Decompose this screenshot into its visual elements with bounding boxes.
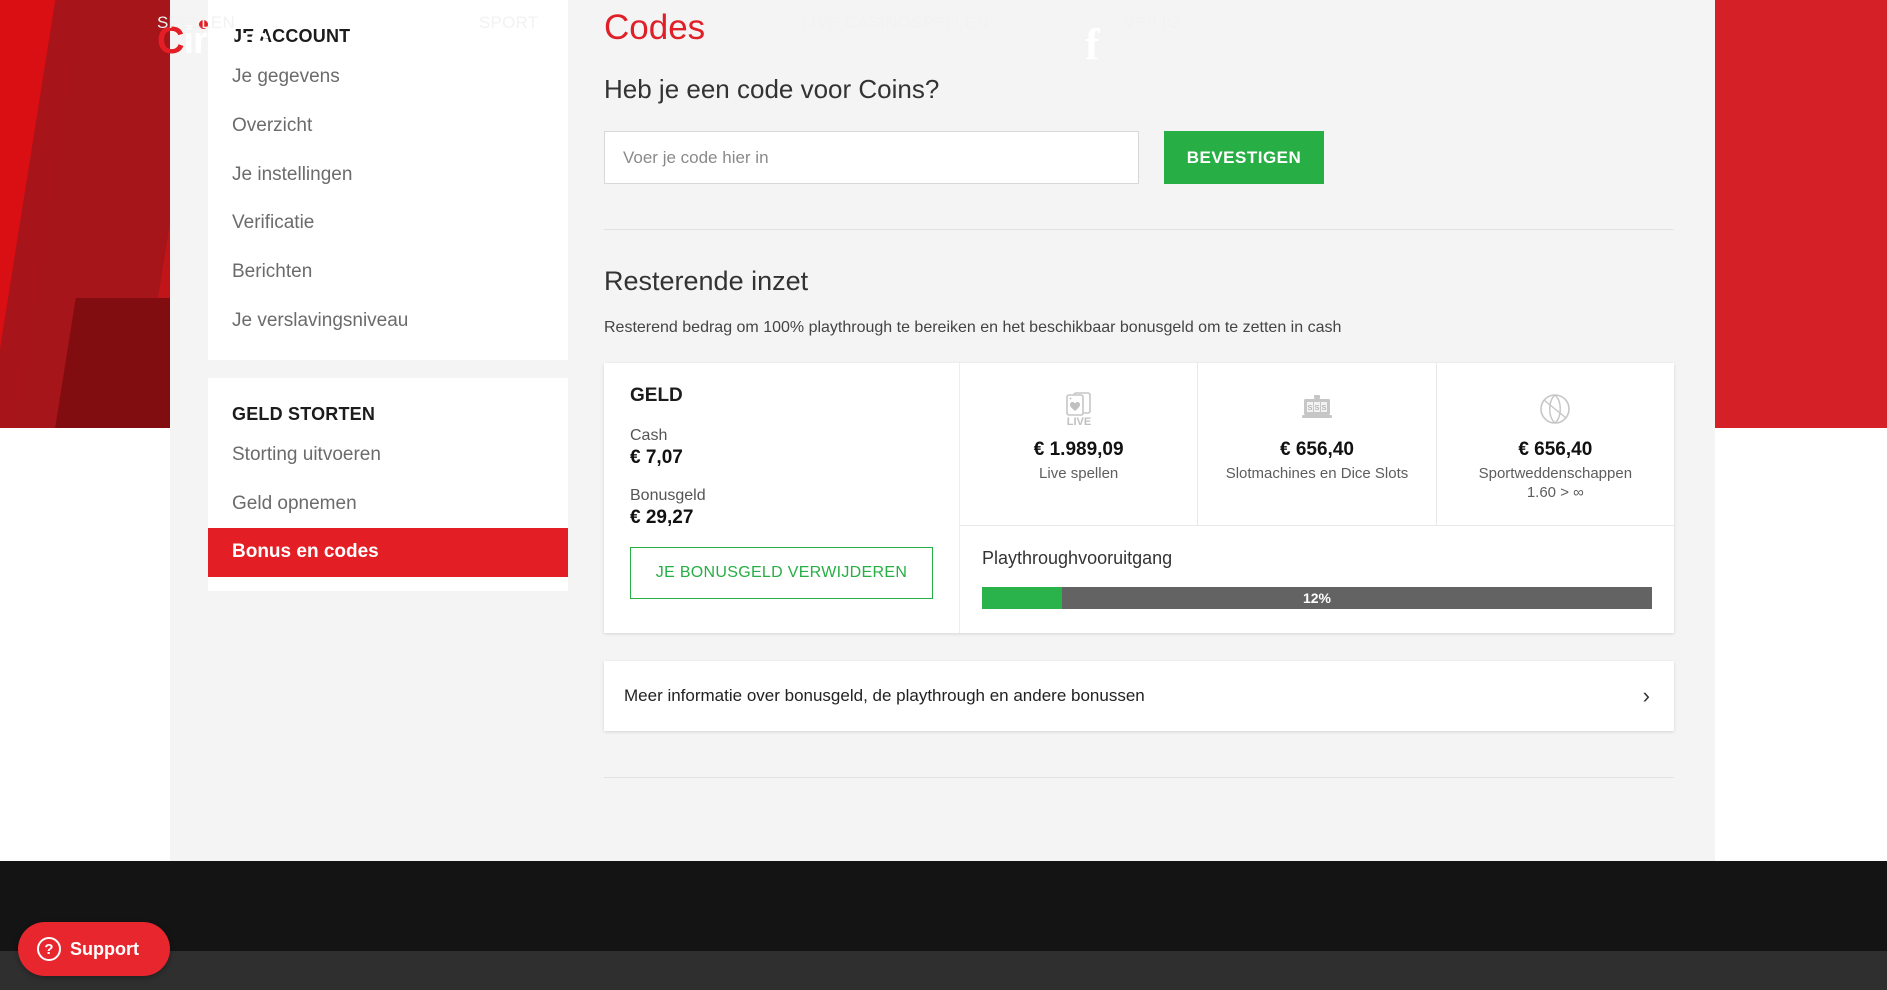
- bonus-value: € 29,27: [630, 507, 694, 528]
- bottom-divider: [604, 776, 1674, 778]
- footer-column-live-casinospellen[interactable]: LIVE CASINOSPELLEN: [802, 13, 989, 33]
- chevron-right-icon: ›: [1642, 682, 1650, 708]
- stat-sports-value: € 656,40: [1518, 439, 1593, 460]
- sidebar-item-overzicht[interactable]: Overzicht: [208, 102, 568, 151]
- live-cards-icon: LIVE: [970, 389, 1187, 429]
- decorative-left-banner: [0, 0, 170, 428]
- footer-column-veilig[interactable]: VEILIG: [1124, 13, 1180, 33]
- main-content: Codes Heb je een code voor Coins? BEVEST…: [604, 0, 1674, 778]
- svg-text:S: S: [1315, 405, 1320, 412]
- stat-sports-label: Sportweddenschappen: [1478, 465, 1633, 482]
- code-input[interactable]: [604, 131, 1139, 184]
- remove-bonus-button[interactable]: JE BONUSGELD VERWIJDEREN: [630, 547, 933, 599]
- svg-text:S: S: [1308, 405, 1313, 412]
- section-divider: [604, 229, 1674, 230]
- progress-track: 12%: [982, 586, 1652, 609]
- svg-text:S: S: [1322, 405, 1327, 412]
- footer-top: [0, 861, 1887, 951]
- sidebar-item-verificatie[interactable]: Verificatie: [208, 199, 568, 248]
- basketball-icon: [1447, 389, 1664, 429]
- wager-panel: GELD Cash € 7,07 Bonusgeld € 29,27 JE BO…: [604, 363, 1674, 633]
- question-mark-icon: ?: [37, 937, 61, 961]
- support-widget-button[interactable]: ? Support: [18, 922, 170, 976]
- stat-sportweddenschappen: € 656,40 Sportweddenschappen 1.60 > ∞: [1437, 363, 1674, 525]
- banner-block: [54, 298, 170, 428]
- progress-title: Playthroughvooruitgang: [982, 547, 1173, 568]
- stat-slots-value: € 656,40: [1280, 439, 1354, 460]
- more-info-row[interactable]: Meer informatie over bonusgeld, de playt…: [604, 660, 1674, 731]
- footer-bottom: [0, 951, 1887, 990]
- account-sidebar: JE ACCOUNT Je gegevens Overzicht Je inst…: [208, 0, 568, 609]
- playthrough-progress: Playthroughvooruitgang 12%: [960, 526, 1674, 633]
- sidebar-item-storting-uitvoeren[interactable]: Storting uitvoeren: [208, 431, 568, 480]
- sidebar-item-je-verslavingsniveau[interactable]: Je verslavingsniveau: [208, 297, 568, 346]
- wager-section-description: Resterend bedrag om 100% playthrough te …: [604, 319, 1342, 336]
- more-info-text: Meer informatie over bonusgeld, de playt…: [624, 685, 1145, 705]
- sidebar-item-berichten[interactable]: Berichten: [208, 248, 568, 297]
- sidebar-item-je-instellingen[interactable]: Je instellingen: [208, 151, 568, 200]
- stats-row: LIVE € 1.989,09 Live spellen S S S € 656…: [960, 363, 1674, 526]
- stat-slotmachines: S S S € 656,40 Slotmachines en Dice Slot…: [1198, 363, 1437, 525]
- stat-slots-label: Slotmachines en Dice Slots: [1225, 465, 1409, 482]
- stat-sports-sublabel: 1.60 > ∞: [1526, 483, 1584, 501]
- stat-live-spellen: LIVE € 1.989,09 Live spellen: [960, 363, 1199, 525]
- confirm-code-button[interactable]: BEVESTIGEN: [1164, 131, 1324, 184]
- facebook-icon[interactable]: f: [1085, 23, 1111, 68]
- footer-column-spellen[interactable]: SPELLEN: [157, 13, 235, 33]
- stat-live-label: Live spellen: [1039, 465, 1119, 482]
- svg-text:LIVE: LIVE: [1066, 416, 1090, 427]
- code-entry-row: BEVESTIGEN: [604, 131, 1674, 184]
- page-root: JE ACCOUNT Je gegevens Overzicht Je inst…: [0, 0, 1887, 990]
- support-widget-label: Support: [70, 938, 139, 959]
- money-card: GELD Cash € 7,07 Bonusgeld € 29,27 JE BO…: [604, 363, 960, 633]
- sidebar-group-title-deposit: GELD STORTEN: [232, 403, 376, 424]
- sidebar-item-geld-opnemen[interactable]: Geld opnemen: [208, 480, 568, 529]
- bonus-label: Bonusgeld: [630, 487, 706, 504]
- money-card-heading: GELD: [630, 385, 683, 406]
- decorative-right-banner: [1715, 0, 1887, 428]
- stats-and-progress: LIVE € 1.989,09 Live spellen S S S € 656…: [960, 363, 1674, 633]
- cash-value: € 7,07: [630, 447, 683, 468]
- slot-machine-icon: S S S: [1208, 389, 1425, 429]
- progress-percent-label: 12%: [1302, 589, 1332, 606]
- stat-live-value: € 1.989,09: [1033, 439, 1124, 460]
- sidebar-item-bonus-en-codes[interactable]: Bonus en codes: [208, 528, 568, 578]
- cash-label: Cash: [630, 427, 668, 444]
- footer-column-sport[interactable]: SPORT: [479, 13, 538, 33]
- code-section-question: Heb je een code voor Coins?: [604, 74, 940, 104]
- wager-section-title: Resterende inzet: [604, 266, 809, 296]
- sidebar-group-deposit: GELD STORTEN Storting uitvoeren Geld opn…: [208, 377, 568, 592]
